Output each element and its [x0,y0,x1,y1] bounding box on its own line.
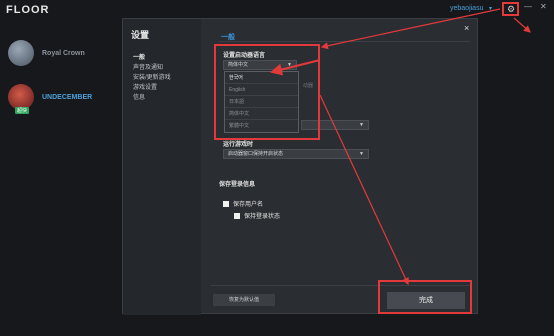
close-icon[interactable]: × [464,23,469,33]
game-name: Royal Crown [42,50,85,57]
run-game-label: 运行游戏时 [223,142,254,148]
game-list: Royal Crown 超快 UNDECEMBER [6,40,116,128]
nav-item-sound[interactable]: 声音及通知 [133,63,171,73]
dialog-title: 设置 [131,30,150,40]
checkbox-label: 保存用户名 [233,202,264,208]
username-menu[interactable]: yebaojiasu [450,5,483,12]
game-item-royal-crown[interactable]: Royal Crown [6,40,116,76]
settings-sidebar: 设置 一般 声音及通知 安装/更新游戏 游戏设置 信息 [123,19,201,315]
chevron-down-icon: ▼ [359,122,364,128]
annotation-box-done [378,280,472,314]
app-logo: FLOOR [6,4,50,16]
chevron-down-icon[interactable]: ▾ [489,5,492,12]
window-close-button[interactable]: ✕ [540,2,547,11]
game-item-undecember[interactable]: 超快 UNDECEMBER [6,84,116,120]
divider [218,41,470,42]
nav-item-install[interactable]: 安装/更新游戏 [133,73,171,83]
save-username-checkbox[interactable]: 保存用户名 [223,199,263,208]
reset-defaults-button[interactable]: 恢复为默认值 [213,294,275,306]
checkbox-box [234,213,240,219]
annotation-box-language [214,44,320,140]
app-window: FLOOR yebaojiasu ▾ ⚙ — ✕ Royal Crown 超快 … [0,0,554,336]
nav-item-general[interactable]: 一般 [133,53,171,63]
run-game-select-value: 启动器窗口保持开启状态 [228,151,284,157]
keep-login-checkbox[interactable]: 保持登录状态 [234,211,280,220]
chevron-down-icon: ▼ [359,151,364,157]
run-game-select[interactable]: 启动器窗口保持开启状态 ▼ [223,149,369,159]
nav-item-info[interactable]: 信息 [133,93,171,103]
checkbox-box [223,201,229,207]
minimize-button[interactable]: — [524,2,532,11]
checkbox-label: 保持登录状态 [244,214,281,220]
game-name: UNDECEMBER [42,94,93,101]
login-section-title: 保存登录信息 [219,182,256,188]
annotation-box-gear [502,2,519,16]
nav-item-game-settings[interactable]: 游戏设置 [133,83,171,93]
settings-nav: 一般 声音及通知 安装/更新游戏 游戏设置 信息 [133,53,171,103]
game-tag-badge: 超快 [15,107,30,114]
game-avatar [8,40,34,66]
